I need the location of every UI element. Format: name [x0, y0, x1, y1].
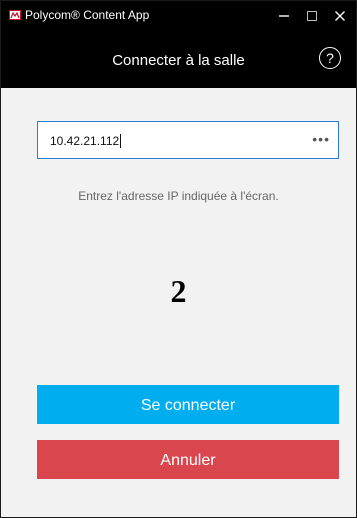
cancel-button[interactable]: Annuler: [37, 440, 339, 479]
close-icon: [335, 11, 345, 21]
help-button[interactable]: ?: [319, 47, 341, 69]
ip-address-value-wrap: 10.42.21.112: [50, 134, 122, 148]
window-title: Polycom® Content App: [25, 8, 150, 22]
ip-hint-text: Entrez l'adresse IP indiquée à l'écran.: [78, 189, 279, 203]
maximize-icon: [307, 11, 317, 21]
page-title: Connecter à la salle: [112, 52, 245, 69]
page-header: Connecter à la salle ?: [1, 31, 356, 88]
minimize-button[interactable]: [269, 1, 299, 31]
maximize-button[interactable]: [297, 1, 327, 31]
main-content: 10.42.21.112 ••• Entrez l'adresse IP ind…: [1, 88, 356, 517]
connect-button[interactable]: Se connecter: [37, 385, 339, 424]
minimize-icon: [279, 15, 289, 17]
app-window: Polycom® Content App Connecter à la sall…: [0, 0, 357, 518]
pin-number: 2: [170, 273, 187, 309]
text-caret: [120, 134, 122, 148]
close-button[interactable]: [325, 1, 355, 31]
ip-address-value: 10.42.21.112: [50, 134, 120, 148]
title-bar[interactable]: Polycom® Content App: [1, 1, 356, 31]
ip-address-input[interactable]: 10.42.21.112 •••: [37, 121, 339, 159]
app-icon: [9, 10, 21, 20]
more-dots-icon[interactable]: •••: [312, 131, 330, 147]
question-mark-icon: ?: [326, 50, 334, 66]
